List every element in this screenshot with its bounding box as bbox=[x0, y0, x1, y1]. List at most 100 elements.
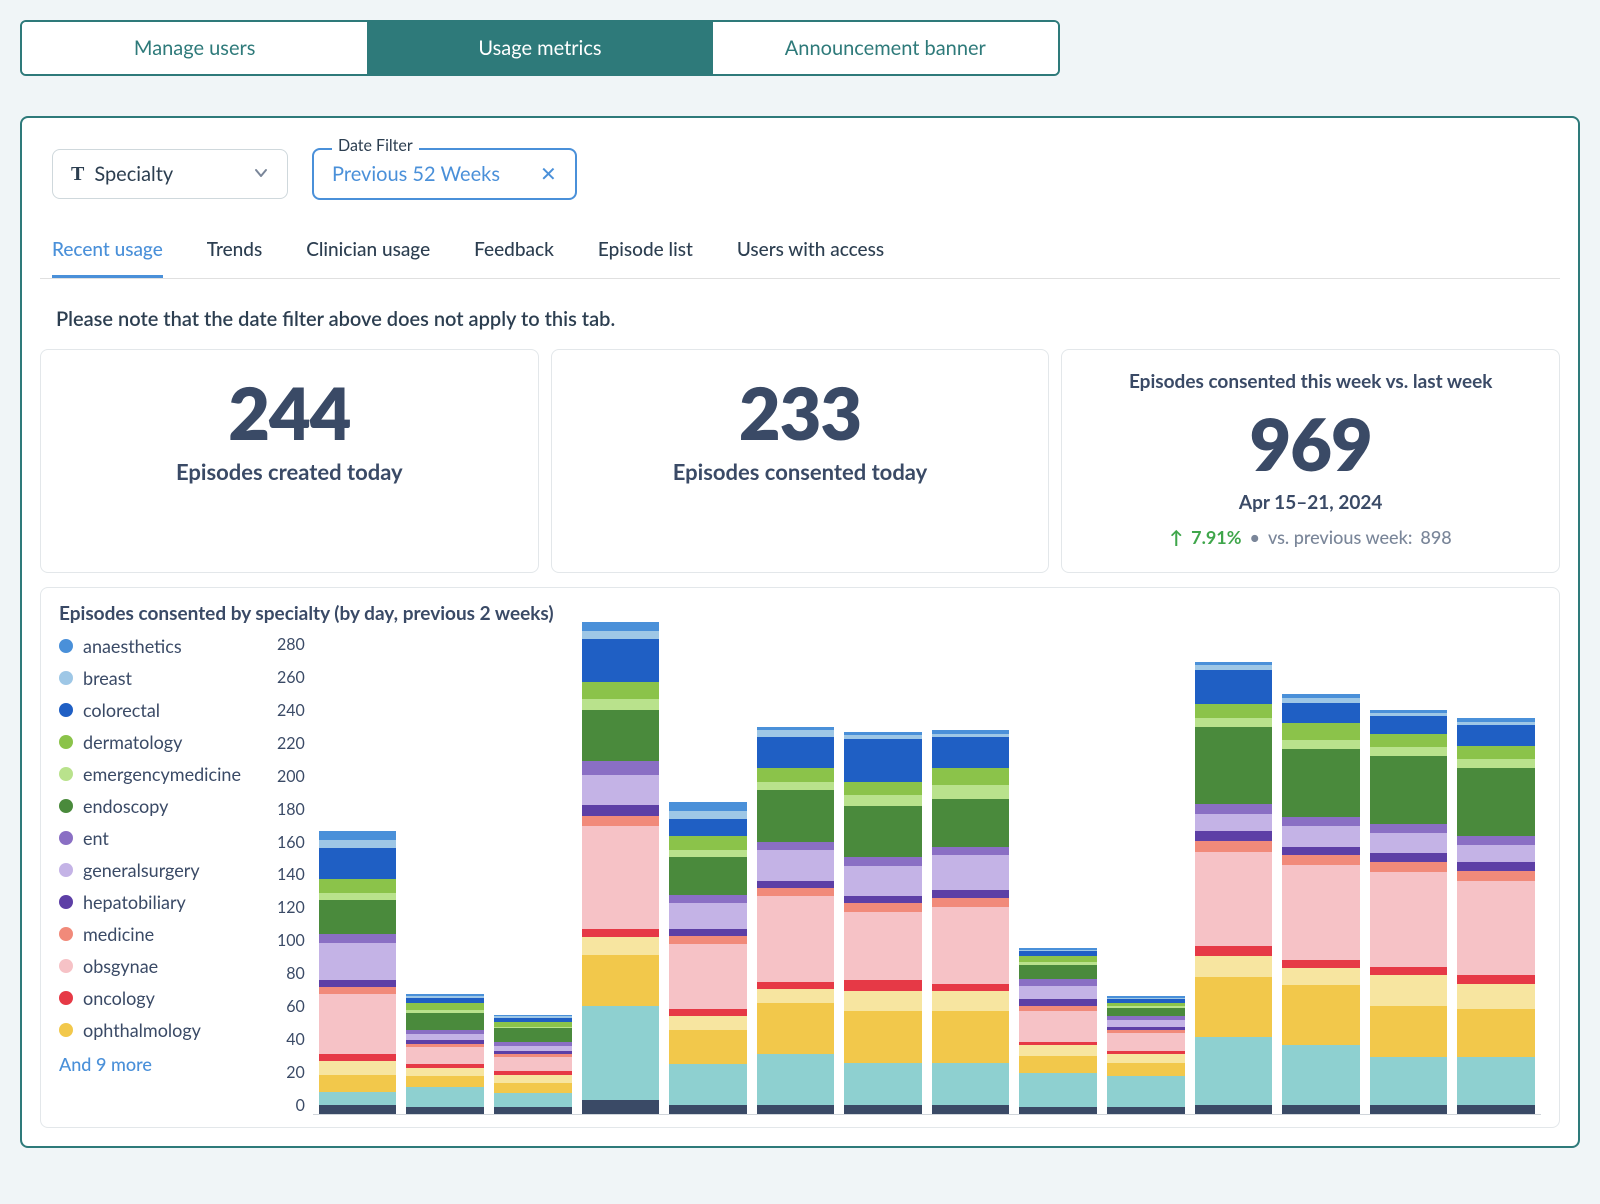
chart-bar-segment bbox=[1370, 1105, 1448, 1114]
legend-dot-icon bbox=[59, 991, 73, 1005]
subtab-users-with-access[interactable]: Users with access bbox=[737, 238, 884, 278]
chart-bar[interactable] bbox=[669, 802, 747, 1114]
chart-bar-segment bbox=[1195, 718, 1273, 727]
subtab-feedback[interactable]: Feedback bbox=[474, 238, 554, 278]
ytick-label: 180 bbox=[277, 800, 305, 819]
legend-item[interactable]: ent bbox=[59, 827, 277, 849]
legend-item-label: hepatobiliary bbox=[83, 891, 186, 913]
chart-bar-segment bbox=[669, 1105, 747, 1114]
legend-more-link[interactable]: And 9 more bbox=[59, 1053, 277, 1075]
chart-bar-segment bbox=[319, 848, 397, 879]
arrow-up-icon: ↑ bbox=[1170, 526, 1184, 548]
chart-bar[interactable] bbox=[1370, 710, 1448, 1114]
chart-bar-segment bbox=[1370, 756, 1448, 825]
chart-bar[interactable] bbox=[582, 622, 660, 1114]
chart-bar-segment bbox=[669, 811, 747, 820]
chart-bar[interactable] bbox=[844, 732, 922, 1114]
chart-bar-segment bbox=[582, 761, 660, 775]
chart-bar-segment bbox=[757, 896, 835, 982]
chart-bar-segment bbox=[932, 799, 1010, 847]
chart-bar-segment bbox=[1195, 704, 1273, 718]
chart-bar-segment bbox=[1457, 1105, 1535, 1114]
chart-bar-segment bbox=[582, 805, 660, 815]
chart-bar-segment bbox=[319, 1054, 397, 1061]
chart-bar-segment bbox=[406, 1013, 484, 1030]
tab-announcement-banner[interactable]: Announcement banner bbox=[713, 22, 1058, 74]
legend-item[interactable]: medicine bbox=[59, 923, 277, 945]
stat-compare-daterange: Apr 15–21, 2024 bbox=[1078, 491, 1543, 514]
legend-item[interactable]: emergencymedicine bbox=[59, 763, 277, 785]
chart-bar[interactable] bbox=[1019, 948, 1097, 1114]
chart-bar-segment bbox=[757, 1003, 835, 1054]
chart-bar-segment bbox=[757, 737, 835, 768]
legend-item[interactable]: generalsurgery bbox=[59, 859, 277, 881]
chart-bar[interactable] bbox=[1282, 694, 1360, 1114]
chart-bar-segment bbox=[669, 1016, 747, 1030]
legend-item[interactable]: dermatology bbox=[59, 731, 277, 753]
legend-dot-icon bbox=[59, 927, 73, 941]
chart-bar-segment bbox=[582, 639, 660, 682]
legend-item[interactable]: hepatobiliary bbox=[59, 891, 277, 913]
subtab-clinician-usage[interactable]: Clinician usage bbox=[306, 238, 430, 278]
chart-bar-segment bbox=[494, 1057, 572, 1071]
chart-bar-segment bbox=[1019, 965, 1097, 979]
legend-item[interactable]: breast bbox=[59, 667, 277, 689]
tab-usage-metrics[interactable]: Usage metrics bbox=[367, 22, 712, 74]
tab-manage-users[interactable]: Manage users bbox=[22, 22, 367, 74]
chart-bar-segment bbox=[582, 631, 660, 640]
chart-bar[interactable] bbox=[1457, 718, 1535, 1114]
chart-bar-segment bbox=[1370, 967, 1448, 976]
chart-bar-segment bbox=[669, 836, 747, 850]
legend-item[interactable]: oncology bbox=[59, 987, 277, 1009]
chart-bar-segment bbox=[844, 806, 922, 857]
chart-bar-segment bbox=[1457, 768, 1535, 837]
chart-bar-segment bbox=[582, 955, 660, 1006]
legend-item[interactable]: anaesthetics bbox=[59, 635, 277, 657]
stat-compare-delta: ↑ 7.91% • vs. previous week: 898 bbox=[1078, 526, 1543, 548]
chart-bar-segment bbox=[1457, 1009, 1535, 1057]
chart-bar-segment bbox=[1195, 1105, 1273, 1114]
close-icon[interactable]: ✕ bbox=[540, 162, 557, 186]
specialty-dropdown[interactable]: T Specialty bbox=[52, 149, 288, 199]
content-panel: T Specialty Date Filter Previous 52 Week… bbox=[20, 116, 1580, 1148]
chart-bar-segment bbox=[1019, 1045, 1097, 1055]
chart-bar[interactable] bbox=[1107, 996, 1185, 1114]
legend-dot-icon bbox=[59, 1023, 73, 1037]
chart-bar-segment bbox=[1457, 871, 1535, 881]
ytick-label: 40 bbox=[286, 1030, 305, 1049]
chart-bar-segment bbox=[844, 795, 922, 805]
legend-item[interactable]: ophthalmology bbox=[59, 1019, 277, 1041]
subtab-recent-usage[interactable]: Recent usage bbox=[52, 238, 163, 278]
legend-item[interactable]: obsgynae bbox=[59, 955, 277, 977]
legend-item[interactable]: colorectal bbox=[59, 699, 277, 721]
chart-bar-segment bbox=[1019, 999, 1097, 1006]
date-filter-chip[interactable]: Previous 52 Weeks ✕ bbox=[312, 148, 577, 200]
chart-bar-segment bbox=[757, 989, 835, 1003]
legend-item[interactable]: endoscopy bbox=[59, 795, 277, 817]
chart-bar-segment bbox=[1282, 749, 1360, 818]
date-filter-label: Date Filter bbox=[332, 136, 419, 155]
stat-compare-title: Episodes consented this week vs. last we… bbox=[1078, 370, 1543, 393]
chart-bar-segment bbox=[844, 739, 922, 782]
chart-bar[interactable] bbox=[932, 730, 1010, 1114]
chart-bar[interactable] bbox=[757, 727, 835, 1114]
chart-bar-segment bbox=[582, 929, 660, 938]
chart-bar-segment bbox=[1195, 1037, 1273, 1106]
chart-bar-segment bbox=[582, 622, 660, 631]
chart-bar[interactable] bbox=[1195, 662, 1273, 1114]
chart-bar[interactable] bbox=[319, 831, 397, 1114]
ytick-label: 20 bbox=[286, 1063, 305, 1082]
subtab-episode-list[interactable]: Episode list bbox=[598, 238, 693, 278]
chart-bar[interactable] bbox=[406, 994, 484, 1114]
chart-bar-segment bbox=[1457, 725, 1535, 746]
legend-dot-icon bbox=[59, 959, 73, 973]
chart-bar-segment bbox=[319, 1075, 397, 1092]
chart-bar-segment bbox=[1282, 1105, 1360, 1114]
chart-bar-segment bbox=[669, 895, 747, 904]
subtab-trends[interactable]: Trends bbox=[207, 238, 262, 278]
legend-dot-icon bbox=[59, 895, 73, 909]
stat-compare-value: 969 bbox=[1078, 401, 1543, 487]
chart-bar[interactable] bbox=[494, 1015, 572, 1114]
chart-bar-segment bbox=[844, 991, 922, 1012]
chart-bar-segment bbox=[844, 782, 922, 796]
